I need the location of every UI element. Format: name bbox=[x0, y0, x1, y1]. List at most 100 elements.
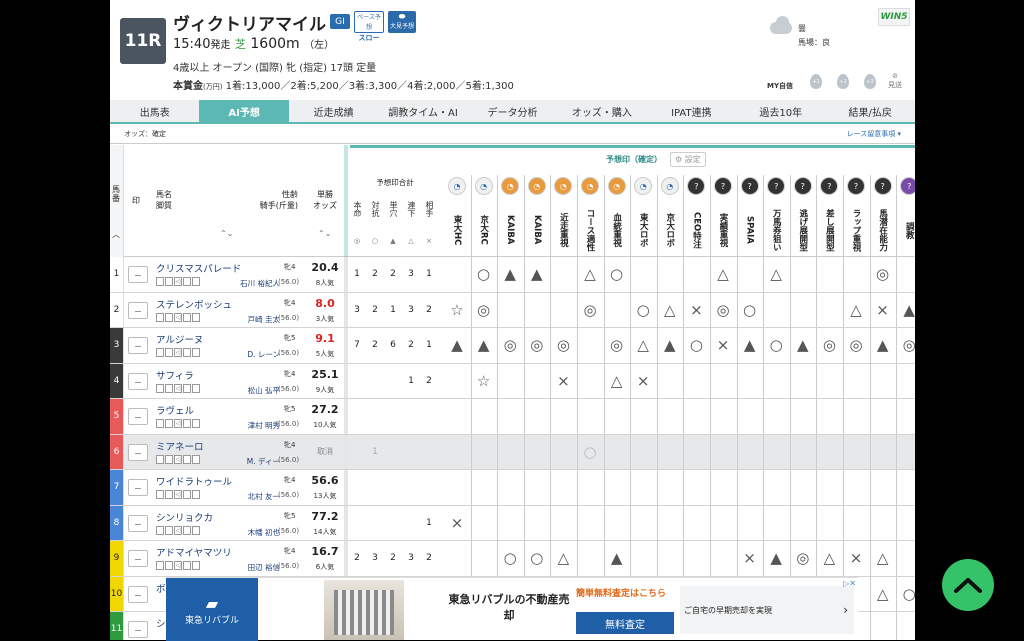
jockey-name[interactable]: 北村 友一 bbox=[220, 491, 280, 502]
horse-name[interactable]: ワイドラトゥール bbox=[156, 474, 232, 488]
tab-8[interactable]: 結果/払戻 bbox=[826, 100, 915, 122]
horse-name[interactable]: ステレンボッシュ bbox=[156, 297, 232, 311]
prediction-mark bbox=[870, 506, 896, 541]
prediction-mark: △ bbox=[717, 265, 729, 284]
predictor-icon-11[interactable]: ? bbox=[740, 177, 759, 195]
prediction-mark: × bbox=[690, 300, 703, 319]
predictor-icon-10[interactable]: ? bbox=[714, 177, 732, 195]
shirushi-select[interactable] bbox=[128, 301, 148, 319]
prediction-mark bbox=[630, 541, 656, 576]
shirushi-select[interactable] bbox=[128, 514, 148, 532]
shirushi-select[interactable] bbox=[128, 621, 148, 638]
shirushi-select[interactable] bbox=[128, 408, 148, 425]
horse-name[interactable]: ミアネーロ bbox=[156, 439, 204, 453]
tab-5[interactable]: オッズ・購入 bbox=[557, 100, 646, 122]
predictor-icon-16[interactable]: ? bbox=[873, 177, 892, 195]
weight: (56.0) bbox=[278, 491, 300, 499]
jockey-name[interactable]: 木幡 初也 bbox=[220, 527, 280, 538]
prediction-mark: △ bbox=[610, 371, 623, 390]
predictor-icon-8[interactable]: ◔ bbox=[660, 177, 679, 195]
win5-badge[interactable]: WIN5 bbox=[878, 8, 910, 26]
sort-up-icon[interactable]: ︿ bbox=[112, 229, 120, 240]
shirushi-select[interactable] bbox=[128, 266, 148, 283]
race-name: ヴィクトリアマイル bbox=[173, 15, 326, 35]
predictor-icon-9[interactable]: ? bbox=[687, 177, 706, 195]
mark-count bbox=[366, 364, 384, 399]
shirushi-select[interactable] bbox=[128, 372, 148, 390]
umaban-header: 馬番 ︿ bbox=[110, 145, 124, 257]
sort-icon[interactable]: ⌃⌄ bbox=[220, 229, 233, 238]
tab-4[interactable]: データ分析 bbox=[468, 100, 557, 122]
horse-name[interactable]: アドマイヤマツリ bbox=[156, 545, 232, 559]
mark-count bbox=[348, 435, 366, 470]
jockey-name[interactable]: 松山 弘平 bbox=[220, 385, 280, 396]
prediction-mark bbox=[710, 435, 736, 470]
predictor-icon-0[interactable]: ◔ bbox=[448, 177, 466, 195]
pace-badge[interactable]: ペース予想 スロー bbox=[354, 11, 384, 42]
predictor-icon-7[interactable]: ◔ bbox=[634, 177, 653, 195]
tab-7[interactable]: 過去10年 bbox=[736, 100, 825, 122]
prediction-mark: △ bbox=[850, 300, 862, 319]
predictor-icon-4[interactable]: ◔ bbox=[554, 177, 573, 195]
settings-button[interactable]: ⚙ 設定 bbox=[670, 152, 706, 167]
shirushi-select[interactable] bbox=[128, 479, 148, 496]
tab-6[interactable]: IPAT連携 bbox=[647, 100, 736, 122]
win-odds: 25.1 bbox=[311, 367, 339, 381]
tab-0[interactable]: 出馬表 bbox=[110, 100, 199, 122]
mark-count bbox=[348, 470, 366, 505]
ad-banner[interactable]: ▰ 東急リバブル 東急リバブルの不動産売却 簡単無料査定はこちら 無料査定 ご自… bbox=[166, 577, 858, 641]
horse-name[interactable]: アルジーヌ bbox=[156, 332, 203, 346]
mark-count bbox=[384, 399, 402, 434]
mark-count bbox=[384, 506, 402, 541]
predictor-icon-2[interactable]: ◔ bbox=[501, 177, 520, 195]
jockey-name[interactable]: D. レーン bbox=[220, 349, 280, 360]
tab-3[interactable]: 調教タイム・AI bbox=[378, 100, 467, 122]
predictor-icon-15[interactable]: ? bbox=[847, 177, 865, 195]
cloud-icon-base bbox=[770, 22, 792, 34]
ad-brand-logo: ▰ 東急リバブル bbox=[166, 578, 258, 641]
jockey-name[interactable]: M. ディー bbox=[220, 456, 280, 467]
tenkai-badge[interactable]: ⬬ 大見予想 bbox=[388, 11, 416, 33]
predictor-icon-14[interactable]: ? bbox=[820, 177, 839, 195]
miokuri-button[interactable]: ⊘ 見送 bbox=[888, 72, 902, 90]
horse-name[interactable]: クリスマスパレード bbox=[156, 261, 241, 275]
mark-count bbox=[348, 506, 366, 541]
jockey-name[interactable]: 田辺 裕信 bbox=[220, 562, 280, 573]
horse-name[interactable]: サフィラ bbox=[156, 368, 194, 382]
win-odds: 16.7 bbox=[311, 545, 339, 558]
shirushi-select[interactable] bbox=[128, 585, 148, 603]
prediction-mark bbox=[870, 399, 896, 434]
horse-name[interactable]: シンリョクカ bbox=[156, 510, 213, 524]
jockey-name[interactable]: 石川 裕紀人 bbox=[220, 278, 280, 289]
shirushi-select[interactable] bbox=[128, 550, 148, 567]
predictor-icon-3[interactable]: ◔ bbox=[527, 177, 546, 195]
jockey-name[interactable]: 津村 明秀 bbox=[220, 420, 280, 431]
ad-close-icon[interactable]: ▷✕ bbox=[843, 579, 856, 588]
jockey-name[interactable]: 戸崎 圭太 bbox=[220, 314, 280, 325]
tab-1[interactable]: AI予想 bbox=[199, 100, 289, 122]
count-col-0: 本命 bbox=[353, 201, 362, 217]
my-jishin-plus3[interactable]: +3 bbox=[864, 74, 876, 89]
scroll-top-button[interactable] bbox=[942, 559, 994, 611]
ad-cta-button[interactable]: 無料査定 bbox=[576, 612, 674, 634]
predictor-icon-5[interactable]: ◔ bbox=[581, 177, 599, 195]
ad-title: 東急リバブルの不動産売却 bbox=[448, 593, 570, 622]
horse-name[interactable]: シ bbox=[156, 616, 166, 630]
my-jishin-plus1[interactable]: +1 bbox=[810, 74, 822, 89]
ad-right-box[interactable]: ご自宅の早期売却を実現 › bbox=[680, 586, 854, 634]
horse-name[interactable]: ラヴェル bbox=[156, 403, 194, 417]
predictor-icon-12[interactable]: ? bbox=[767, 177, 786, 195]
predictor-icon-1[interactable]: ◔ bbox=[474, 177, 493, 195]
odds-sort-icon[interactable]: ⌃⌄ bbox=[318, 229, 331, 238]
caution-link[interactable]: レース留意事項 ▾ bbox=[847, 129, 901, 139]
race-number: 11R bbox=[120, 18, 166, 64]
horse-name[interactable]: ボ bbox=[156, 581, 166, 595]
predictor-icon-17[interactable]: ? bbox=[900, 177, 915, 195]
my-jishin-plus2[interactable]: +2 bbox=[837, 74, 849, 89]
predictor-icon-13[interactable]: ? bbox=[793, 177, 812, 195]
tab-2[interactable]: 近走成績 bbox=[289, 100, 378, 122]
shirushi-select[interactable] bbox=[128, 443, 148, 461]
prediction-mark bbox=[577, 506, 603, 541]
shirushi-select[interactable] bbox=[128, 337, 148, 354]
predictor-icon-6[interactable]: ◔ bbox=[607, 177, 626, 195]
